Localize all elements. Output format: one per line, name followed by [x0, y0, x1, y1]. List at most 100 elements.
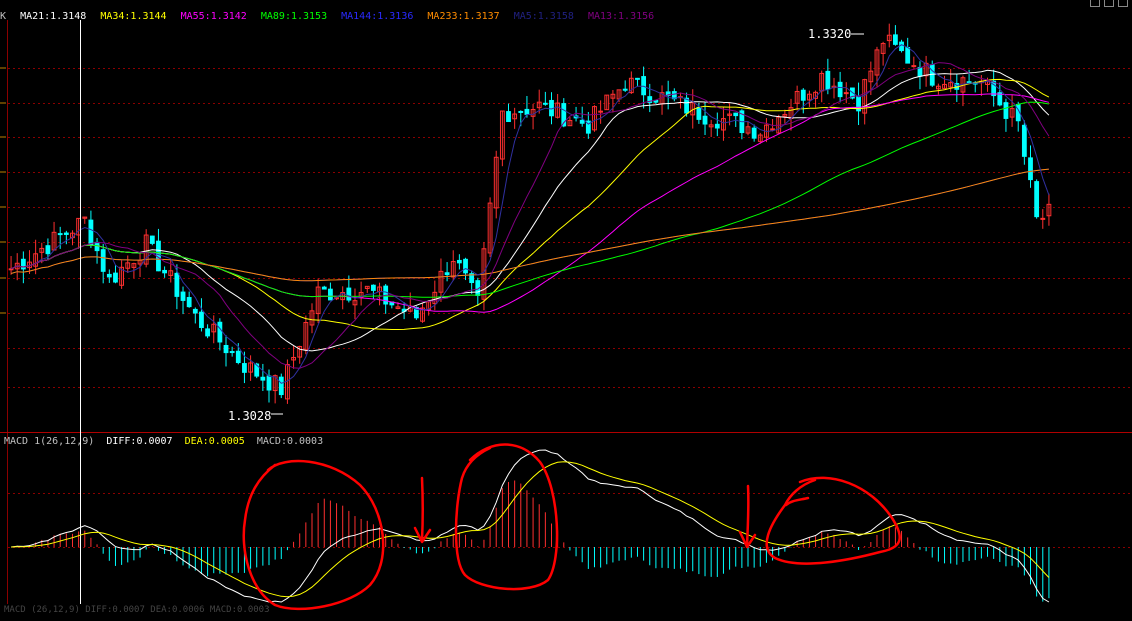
- candle-body: [702, 115, 708, 125]
- high-label: 1.3320: [808, 27, 851, 41]
- candle-body: [8, 268, 14, 271]
- macd-histogram: [16, 480, 1050, 602]
- legend-ma34: MA34:1.3144: [100, 11, 167, 22]
- candle-body: [235, 350, 241, 364]
- left-axis-ticks: [0, 67, 6, 314]
- macd-lines: [11, 449, 1050, 603]
- candle-body: [242, 363, 247, 373]
- candle-body: [174, 272, 180, 297]
- candle-body: [622, 88, 628, 91]
- ma-line-ma5: [10, 44, 1050, 384]
- candle-body: [180, 291, 186, 301]
- macd-grid: [8, 493, 1132, 548]
- candle-body: [192, 308, 198, 314]
- candle-body: [966, 81, 972, 84]
- dea-line: [11, 461, 1050, 598]
- circle-annotation-2: [454, 443, 559, 591]
- macd-diff: DIFF:0.0007: [106, 436, 173, 447]
- candle-body: [63, 232, 69, 235]
- candle-body: [45, 245, 51, 255]
- price-chart: 1.3320 1.3028: [0, 20, 1132, 611]
- candle-body: [57, 233, 63, 236]
- candle-body: [199, 311, 204, 328]
- candle-body: [770, 128, 775, 131]
- candle-body: [911, 65, 917, 68]
- candle-body: [1028, 157, 1033, 181]
- candle-body: [229, 351, 235, 354]
- macd-name: MACD 1: [4, 436, 41, 447]
- candle-body: [1034, 181, 1040, 218]
- candle-body: [825, 70, 831, 90]
- candle-body: [94, 241, 100, 252]
- candle-body: [800, 89, 806, 101]
- ma-line-ma89: [10, 101, 1049, 298]
- legend-ma55: MA55:1.3142: [180, 11, 247, 22]
- candle-body: [444, 272, 450, 276]
- candle-body: [149, 235, 155, 244]
- ma-line-ma55: [10, 93, 1050, 313]
- candle-body: [321, 286, 327, 290]
- candle-body: [905, 47, 911, 64]
- candle-body: [278, 376, 284, 396]
- candle-body: [892, 34, 898, 45]
- candle-body: [518, 110, 524, 113]
- candle-body: [837, 81, 843, 98]
- legend-ma233: MA233:1.3137: [427, 11, 500, 22]
- moving-averages-group: [10, 44, 1050, 384]
- candle-body: [929, 64, 935, 86]
- candle-body: [1021, 124, 1027, 157]
- candle-body: [100, 249, 106, 272]
- circle-annotation-3: [765, 476, 901, 565]
- candle-body: [635, 77, 640, 80]
- legend-k-label: K: [0, 11, 7, 22]
- candle-body: [579, 119, 585, 124]
- candle-body: [1040, 217, 1046, 220]
- candle-body: [346, 287, 352, 301]
- candle-body: [641, 76, 647, 96]
- bottom-status: MACD (26,12,9) DIFF:0.0007 DEA:0.0006 MA…: [4, 605, 270, 615]
- candle-body: [463, 258, 468, 274]
- low-annotation: 1.3028: [228, 409, 283, 423]
- candle-body: [106, 273, 112, 278]
- arrow-annotation-1-shaft: [420, 476, 424, 542]
- candle-body: [524, 108, 530, 115]
- candle-body: [266, 375, 272, 391]
- candle-body: [205, 328, 210, 337]
- candle-body: [751, 127, 757, 139]
- arrow-annotation-2-shaft: [745, 484, 750, 547]
- legend-ma144: MA144:1.3136: [341, 11, 414, 22]
- candle-body: [260, 376, 266, 381]
- candle-body: [733, 112, 739, 117]
- ma-line-ma21: [10, 69, 1050, 352]
- candle-body: [370, 284, 376, 291]
- candles-group: [8, 23, 1052, 404]
- candle-body: [162, 269, 168, 274]
- candle-body: [899, 41, 904, 52]
- low-label: 1.3028: [228, 409, 271, 423]
- ma-line-ma13: [10, 62, 1050, 369]
- candle-body: [223, 345, 229, 354]
- candle-body: [714, 123, 720, 129]
- candle-body: [186, 297, 192, 308]
- high-annotation: 1.3320: [808, 27, 864, 41]
- candle-body: [684, 97, 690, 114]
- candle-body: [917, 66, 923, 77]
- candle-body: [456, 259, 462, 264]
- macd-header: MACD 1(26,12,9) DIFF:0.0007 DEA:0.0005 M…: [4, 436, 329, 448]
- candle-body: [542, 102, 548, 105]
- candle-body: [217, 321, 223, 343]
- legend-ma89: MA89:1.3153: [260, 11, 328, 22]
- macd-params: (26,12,9): [40, 436, 95, 447]
- candle-body: [696, 106, 702, 120]
- macd-value: MACD:0.0003: [256, 436, 324, 447]
- candle-body: [598, 110, 604, 113]
- legend-ma13: MA13:1.3156: [587, 11, 655, 22]
- macd-dea: DEA:0.0005: [184, 436, 245, 447]
- legend-ma21: MA21:1.3148: [20, 11, 87, 22]
- candle-body: [1003, 102, 1009, 119]
- hand-drawn-annotations: [242, 443, 901, 611]
- candle-body: [113, 272, 118, 283]
- circle-annotation-1: [242, 459, 385, 611]
- legend-ma5: MA5:1.3158: [513, 11, 574, 22]
- ma-line-ma233: [10, 168, 1049, 282]
